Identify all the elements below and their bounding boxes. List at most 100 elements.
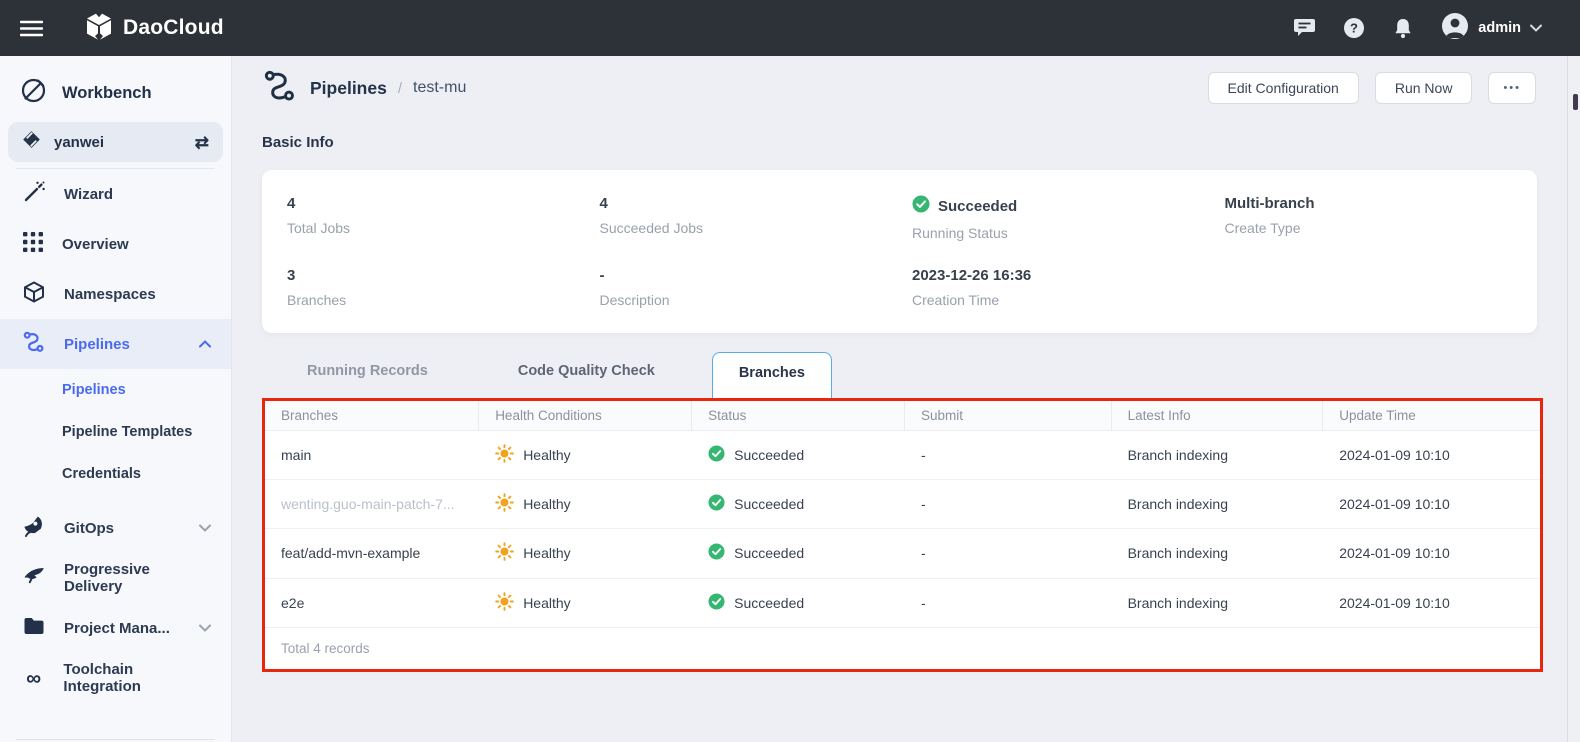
avatar	[1441, 12, 1469, 45]
sidebar-item-gitops[interactable]: GitOps	[0, 503, 231, 553]
health-label: Healthy	[523, 496, 570, 512]
topbar: DaoCloud ? admin	[0, 0, 1580, 56]
latest-info-cell: Branch indexing	[1112, 447, 1324, 463]
topbar-right: ? admin	[1293, 12, 1542, 45]
column-header-update-time: Update Time	[1323, 401, 1540, 430]
detail-tabs: Running Records Code Quality Check Branc…	[262, 352, 832, 398]
health-label: Healthy	[523, 595, 570, 611]
stat-total-jobs: 4 Total Jobs	[287, 195, 600, 267]
more-actions-button[interactable]: •••	[1488, 72, 1536, 104]
page-scrollbar[interactable]	[1567, 56, 1580, 742]
stat-succeeded-jobs: 4 Succeeded Jobs	[600, 195, 913, 267]
sidebar-item-wizard[interactable]: Wizard	[0, 169, 231, 219]
sidebar-item-progressive-delivery[interactable]: Progressive Delivery	[0, 553, 231, 603]
sidebar-subitem-credentials[interactable]: Credentials	[0, 453, 231, 495]
stat-value: 4	[600, 195, 913, 212]
username-label: admin	[1478, 20, 1521, 36]
stat-label: Branches	[287, 292, 600, 308]
sun-healthy-icon	[495, 542, 514, 564]
sidebar-item-toolchain-integration[interactable]: ∞ Toolchain Integration	[0, 653, 231, 703]
sun-healthy-icon	[495, 592, 514, 614]
sidebar-menu: Wizard Overview Namespaces Pipelines	[0, 169, 231, 703]
pipelines-submenu: Pipelines Pipeline Templates Credentials	[0, 369, 231, 495]
main-content: Pipelines / test-mu Edit Configuration R…	[232, 56, 1580, 742]
sidebar-subitem-pipelines[interactable]: Pipelines	[0, 369, 231, 411]
sidebar-item-label: Pipelines	[64, 336, 130, 353]
sidebar-item-namespaces[interactable]: Namespaces	[0, 269, 231, 319]
sidebar-item-label: Project Mana...	[64, 620, 170, 637]
success-check-icon	[708, 593, 725, 613]
table-row: e2e Healthy Succeeded - Branch indexing …	[265, 579, 1540, 628]
annotation-red-box: Branches Health Conditions Status Submit…	[262, 398, 1543, 672]
sidebar-subitem-label: Pipeline Templates	[62, 424, 192, 440]
success-check-icon	[708, 445, 725, 465]
edit-configuration-button[interactable]: Edit Configuration	[1208, 72, 1359, 104]
sidebar-item-project-management[interactable]: Project Mana...	[0, 603, 231, 653]
breadcrumb-separator: /	[398, 80, 402, 97]
submit-cell: -	[905, 447, 1112, 463]
user-menu[interactable]: admin	[1441, 12, 1542, 45]
stat-value: -	[600, 267, 913, 284]
run-now-button[interactable]: Run Now	[1375, 72, 1473, 104]
branch-name[interactable]: wenting.guo-main-patch-7...	[265, 496, 479, 512]
submit-cell: -	[905, 545, 1112, 561]
column-header-submit: Submit	[905, 401, 1112, 430]
health-label: Healthy	[523, 447, 570, 463]
help-icon[interactable]: ?	[1343, 17, 1365, 39]
sidebar-item-label: Namespaces	[64, 286, 156, 303]
stat-branches: 3 Branches	[287, 267, 600, 339]
sidebar-item-pipelines[interactable]: Pipelines	[0, 319, 231, 369]
tab-running-records[interactable]: Running Records	[262, 352, 473, 391]
stat-label: Description	[600, 292, 913, 308]
hamburger-menu-icon[interactable]	[20, 20, 43, 37]
workspace-switch-icon[interactable]: ⇄	[195, 134, 209, 151]
table-total-records: Total 4 records	[265, 628, 1540, 669]
table-row: main Healthy Succeeded - Branch indexing…	[265, 431, 1540, 480]
branch-name[interactable]: main	[265, 447, 479, 463]
pipelines-breadcrumb-icon	[262, 68, 298, 109]
sun-healthy-icon	[495, 493, 514, 515]
workspace-name: yanwei	[54, 134, 104, 151]
sidebar-bottom-divider	[16, 739, 215, 740]
chat-icon[interactable]	[1293, 17, 1316, 39]
page-actions: Edit Configuration Run Now •••	[1208, 72, 1536, 104]
chevron-up-icon	[199, 340, 211, 348]
status-cell: Succeeded	[692, 593, 905, 613]
stat-creation-time: 2023-12-26 16:36 Creation Time	[912, 267, 1225, 339]
latest-info-cell: Branch indexing	[1112, 545, 1324, 561]
stat-label: Succeeded Jobs	[600, 220, 913, 236]
sidebar: Workbench yanwei ⇄ Wizard Overview	[0, 56, 232, 742]
tab-code-quality-check[interactable]: Code Quality Check	[473, 352, 700, 391]
user-chevron-down-icon	[1530, 19, 1542, 37]
stat-value: 2023-12-26 16:36	[912, 267, 1225, 284]
stat-running-status: Succeeded Running Status	[912, 195, 1225, 267]
branch-name[interactable]: e2e	[265, 595, 479, 611]
update-time-cell: 2024-01-09 10:10	[1323, 496, 1540, 512]
scrollbar-thumb[interactable]	[1573, 94, 1578, 110]
stat-label: Total Jobs	[287, 220, 600, 236]
branch-name[interactable]: feat/add-mvn-example	[265, 545, 479, 561]
notification-bell-icon[interactable]	[1392, 17, 1414, 40]
tab-branches[interactable]: Branches	[712, 352, 832, 398]
basic-info-card: 4 Total Jobs 4 Succeeded Jobs Succeeded …	[262, 170, 1537, 333]
brand-name: DaoCloud	[123, 16, 224, 40]
brand-logo[interactable]: DaoCloud	[85, 11, 224, 46]
submit-cell: -	[905, 496, 1112, 512]
sidebar-item-label: Overview	[62, 236, 129, 253]
gitops-rocket-icon	[22, 514, 46, 542]
table-header-row: Branches Health Conditions Status Submit…	[265, 401, 1540, 431]
sidebar-subitem-pipeline-templates[interactable]: Pipeline Templates	[0, 411, 231, 453]
stat-value: Succeeded	[938, 198, 1017, 215]
breadcrumb-section[interactable]: Pipelines	[310, 78, 387, 99]
stat-value: 4	[287, 195, 600, 212]
sidebar-item-workbench[interactable]: Workbench	[0, 56, 231, 112]
success-check-icon	[708, 543, 725, 563]
breadcrumb-current: test-mu	[413, 79, 466, 97]
overview-grid-icon	[22, 231, 44, 257]
status-label: Succeeded	[734, 496, 804, 512]
sidebar-item-overview[interactable]: Overview	[0, 219, 231, 269]
workspace-selector[interactable]: yanwei ⇄	[8, 122, 223, 162]
status-label: Succeeded	[734, 545, 804, 561]
submit-cell: -	[905, 595, 1112, 611]
column-header-status: Status	[692, 401, 905, 430]
